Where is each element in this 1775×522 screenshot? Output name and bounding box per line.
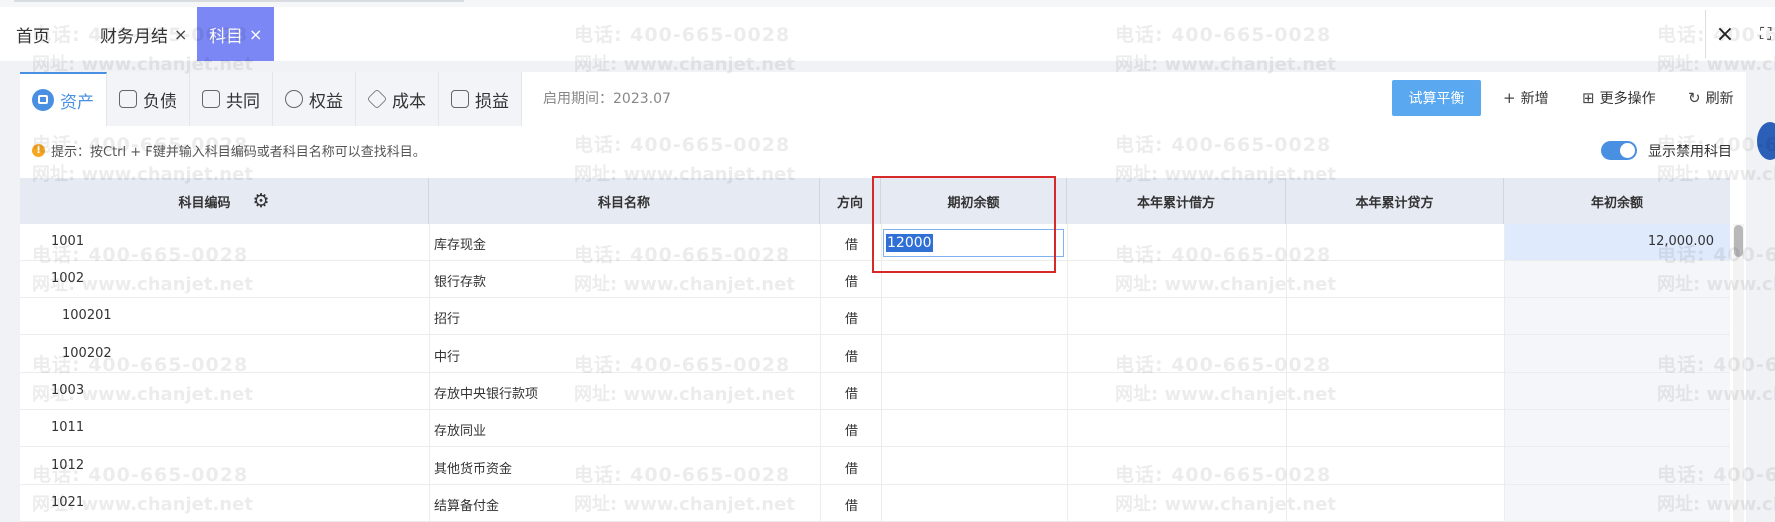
column-header-ytd-debit: 本年累计借方 [1067, 178, 1286, 224]
show-disabled-label: 显示禁用科目 [1648, 144, 1732, 160]
profit-loss-icon [451, 90, 469, 108]
search-tip: ! 提示：按Ctrl + F键并输入科目编码或者科目名称可以查找科目。 [32, 141, 426, 160]
column-header-label: 年初余额 [1590, 195, 1643, 211]
category-tab-label: 成本 [392, 91, 426, 112]
tab-subject[interactable]: 科目 × [197, 7, 275, 61]
account-name: 其他货币资金 [434, 462, 513, 477]
tab-home[interactable]: 首页 [16, 7, 50, 61]
top-strip [0, 0, 1775, 7]
table-row[interactable]: 100201 招行 借 [20, 298, 1730, 335]
start-period: 启用期间：2023.07 [543, 91, 671, 107]
scrollbar-thumb[interactable] [1734, 225, 1743, 257]
account-code: 1012 [51, 458, 85, 473]
column-header-label: 本年累计贷方 [1355, 195, 1434, 211]
show-disabled-toggle[interactable] [1601, 141, 1637, 160]
divider [1705, 10, 1706, 58]
table-row[interactable]: 100202 中行 借 [20, 336, 1730, 373]
add-button[interactable]: + 新增 [1503, 88, 1549, 108]
common-icon [202, 90, 220, 108]
account-code: 1003 [51, 383, 85, 398]
tab-month-end-label: 财务月结 [100, 26, 168, 47]
category-tab-label: 损益 [475, 91, 509, 112]
account-name: 招行 [434, 312, 461, 327]
category-tab-cost[interactable]: 成本 [356, 72, 439, 126]
close-icon[interactable]: × [249, 25, 262, 44]
balance-direction: 借 [845, 462, 859, 477]
category-tab-label: 权益 [309, 91, 343, 112]
more-actions-button[interactable]: ⊞ 更多操作 [1582, 88, 1656, 108]
column-header-label: 方向 [836, 195, 863, 211]
column-header-year-start: 年初余额 [1504, 178, 1730, 224]
warning-icon: ! [32, 144, 45, 157]
add-label: 新增 [1520, 91, 1549, 107]
account-name: 结算备付金 [434, 499, 500, 514]
category-tabs: 资产 负债 共同 权益 成本 损益 [20, 72, 522, 128]
category-tab-asset[interactable]: 资产 [20, 72, 107, 126]
highlight-box [872, 176, 1056, 273]
liability-icon [119, 90, 137, 108]
column-header-label: 本年累计借方 [1136, 195, 1215, 211]
balance-direction: 借 [845, 499, 859, 514]
table-row[interactable]: 1012 其他货币资金 借 [20, 448, 1730, 485]
column-header-code[interactable]: 科目编码 ⚙ [20, 178, 429, 224]
account-code: 100202 [62, 346, 112, 361]
scrollbar[interactable] [1733, 224, 1744, 522]
top-strip-line [14, 0, 464, 2]
account-code: 1021 [51, 495, 85, 510]
account-name: 存放中央银行款项 [434, 387, 539, 402]
category-tab-equity[interactable]: 权益 [273, 72, 356, 126]
table-row[interactable]: 1021 结算备付金 借 [20, 485, 1730, 522]
category-tab-label: 负债 [143, 91, 177, 112]
plus-icon: + [1503, 89, 1516, 107]
account-name: 存放同业 [434, 424, 487, 439]
account-code: 1002 [51, 271, 85, 286]
category-tab-label: 资产 [60, 92, 94, 113]
tip-text: 提示：按Ctrl + F键并输入科目编码或者科目名称可以查找科目。 [51, 145, 426, 160]
year-start-balance: 12,000.00 [1647, 234, 1714, 249]
category-tab-profit-loss[interactable]: 损益 [439, 72, 522, 126]
grid-icon: ⊞ [1582, 89, 1595, 107]
equity-icon [285, 90, 303, 108]
trial-balance-button[interactable]: 试算平衡 [1392, 80, 1481, 116]
account-code: 100201 [62, 308, 112, 323]
balance-direction: 借 [845, 275, 859, 290]
account-name: 银行存款 [434, 275, 487, 290]
column-header-label: 科目编码 [178, 195, 231, 211]
balance-direction: 借 [845, 238, 859, 253]
close-window-icon[interactable]: × [1710, 7, 1740, 61]
tab-subject-label: 科目 [209, 26, 243, 47]
refresh-label: 刷新 [1705, 91, 1734, 107]
account-name: 库存现金 [434, 238, 487, 253]
category-tab-common[interactable]: 共同 [190, 72, 273, 126]
fullscreen-icon[interactable]: ⛶ [1760, 24, 1771, 44]
column-header-name: 科目名称 [429, 178, 820, 224]
tab-month-end[interactable]: 财务月结 × [100, 7, 187, 61]
cost-icon [366, 88, 388, 110]
balance-direction: 借 [845, 387, 859, 402]
column-header-label: 科目名称 [597, 195, 650, 211]
close-icon[interactable]: × [174, 25, 187, 44]
asset-icon [32, 89, 54, 111]
account-name: 中行 [434, 350, 461, 365]
balance-direction: 借 [845, 350, 859, 365]
category-tab-liability[interactable]: 负债 [107, 72, 190, 126]
refresh-icon: ↻ [1688, 89, 1701, 107]
gear-icon[interactable]: ⚙ [252, 190, 269, 212]
account-code: 1001 [51, 234, 85, 249]
tab-home-label: 首页 [16, 26, 50, 47]
tab-bar: 首页 财务月结 × 科目 × [0, 7, 1775, 61]
account-code: 1011 [51, 420, 85, 435]
table-row[interactable]: 1011 存放同业 借 [20, 410, 1730, 447]
more-label: 更多操作 [1599, 91, 1656, 107]
column-header-ytd-credit: 本年累计贷方 [1286, 178, 1504, 224]
category-tab-label: 共同 [226, 91, 260, 112]
table-row[interactable]: 1003 存放中央银行款项 借 [20, 373, 1730, 410]
balance-direction: 借 [845, 424, 859, 439]
balance-direction: 借 [845, 312, 859, 327]
refresh-button[interactable]: ↻ 刷新 [1688, 88, 1734, 108]
